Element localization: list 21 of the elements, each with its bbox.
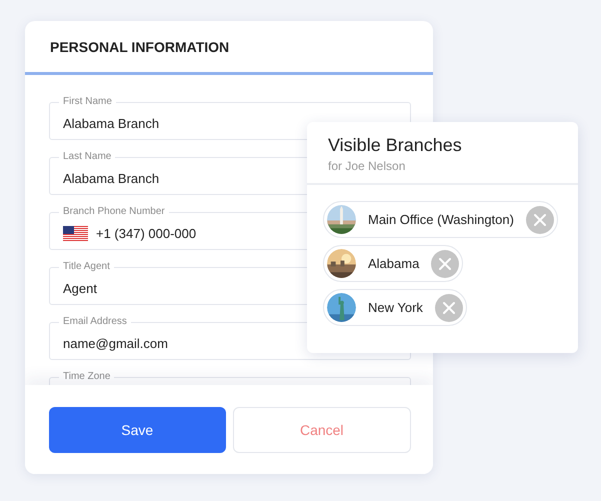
branch-name: New York: [368, 300, 423, 315]
remove-button[interactable]: [431, 250, 460, 278]
field-value: name@gmail.com: [63, 336, 168, 351]
close-icon: [532, 212, 547, 226]
field-value: Alabama Branch: [63, 116, 160, 131]
remove-button[interactable]: [434, 294, 463, 322]
field-value: Agent: [63, 281, 97, 296]
field-value: Alabama Branch: [63, 171, 160, 186]
flag-icon: [63, 226, 88, 242]
input-field[interactable]: Email Address name@gmail.com: [49, 315, 411, 360]
popup-subtitle: for Joe Nelson: [328, 159, 406, 173]
close-icon: [438, 256, 452, 270]
save-button[interactable]: Save: [49, 407, 226, 453]
field-label: Title Agent: [59, 260, 114, 274]
field-value: +1 (347) 000-000: [96, 226, 196, 241]
branch-name: Main Office (Washington): [368, 212, 514, 227]
close-icon: [442, 300, 456, 314]
branch-name: Alabama: [368, 256, 420, 271]
card-title: PERSONAL INFORMATION: [50, 38, 230, 54]
popup-title: Visible Branches: [328, 135, 463, 156]
remove-button[interactable]: [526, 206, 554, 234]
